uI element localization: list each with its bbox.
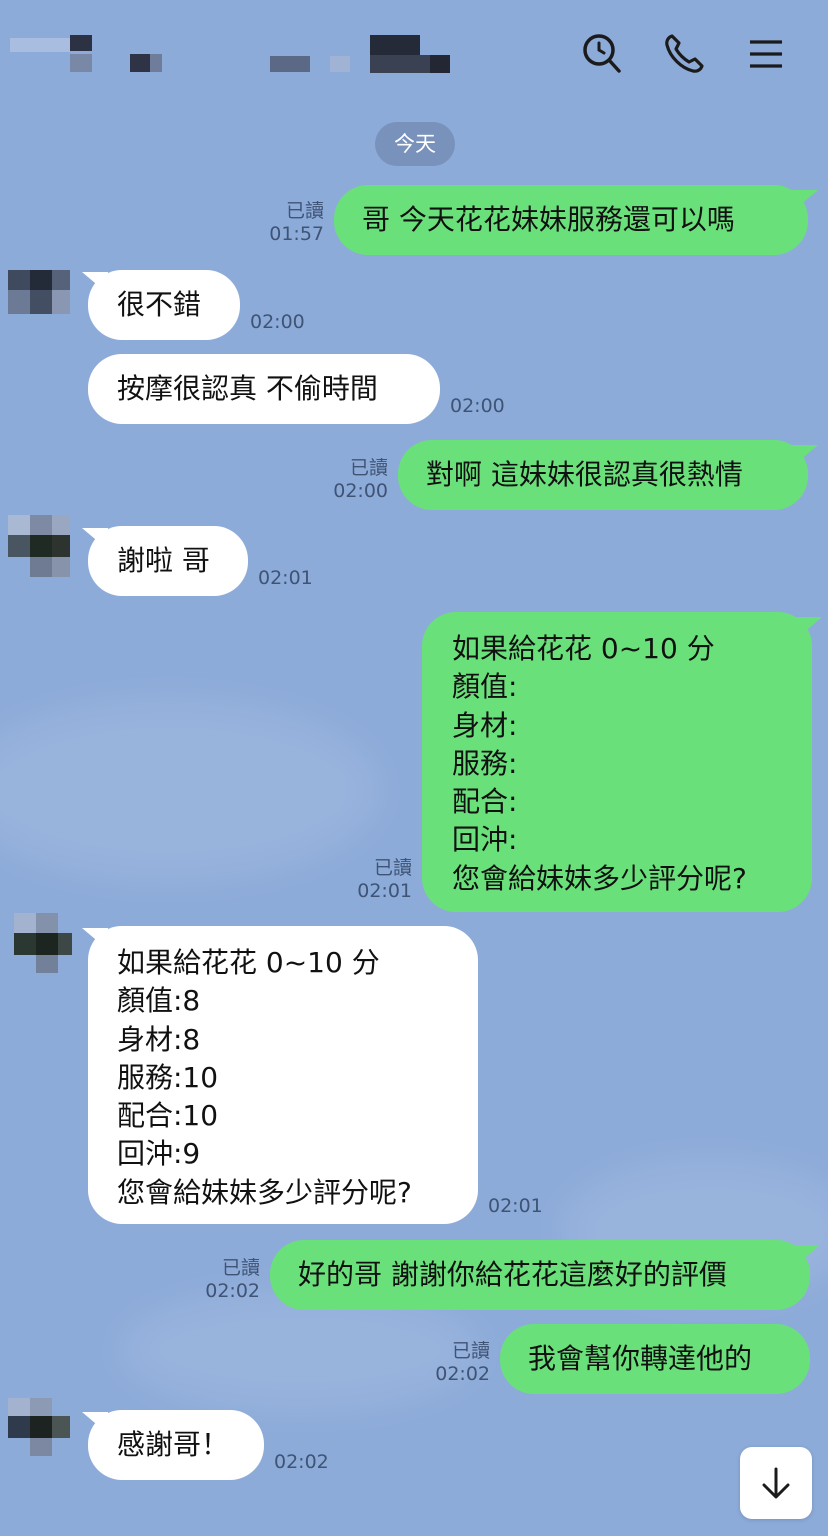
outgoing-message[interactable]: 好的哥 謝謝你給花花這麼好的評價 bbox=[270, 1240, 810, 1310]
incoming-message[interactable]: 感謝哥！ bbox=[88, 1410, 264, 1480]
message-line: 身材: bbox=[452, 708, 518, 742]
read-receipt: 已讀 bbox=[349, 457, 388, 479]
contact-avatar[interactable] bbox=[8, 262, 70, 324]
message-time: 02:01 bbox=[488, 1195, 543, 1217]
contact-avatar[interactable] bbox=[14, 913, 76, 975]
message-text: 哥 今天花花妹妹服務還可以嗎 bbox=[362, 203, 735, 236]
incoming-message[interactable]: 很不錯 bbox=[88, 270, 240, 340]
outgoing-message[interactable]: 我會幫你轉達他的 bbox=[500, 1324, 810, 1394]
message-time: 02:00 bbox=[450, 395, 505, 417]
message-line: 您會給妹妹多少評分呢? bbox=[452, 861, 747, 895]
contact-avatar[interactable] bbox=[8, 515, 70, 577]
message-line: 您會給妹妹多少評分呢? bbox=[117, 1175, 412, 1209]
message-line: 回沖: bbox=[452, 823, 518, 857]
message-line: 如果給花花 0~10 分 bbox=[452, 632, 715, 665]
menu-icon[interactable] bbox=[742, 30, 790, 78]
message-text: 按摩很認真 不偷時間 bbox=[117, 372, 378, 405]
incoming-message[interactable]: 謝啦 哥 bbox=[88, 526, 248, 596]
message-line: 服務:10 bbox=[117, 1060, 219, 1094]
message-time: 01:57 bbox=[269, 223, 324, 245]
message-line: 配合:10 bbox=[117, 1099, 219, 1133]
message-line: 服務: bbox=[452, 746, 518, 780]
message-text: 很不錯 bbox=[117, 288, 202, 321]
message-meta: 已讀 02:00 bbox=[304, 457, 388, 503]
chat-header bbox=[0, 0, 828, 110]
search-icon[interactable] bbox=[578, 30, 626, 78]
read-receipt: 已讀 bbox=[373, 857, 412, 879]
arrow-down-icon bbox=[762, 1467, 790, 1499]
message-time: 02:02 bbox=[205, 1280, 260, 1302]
scroll-to-bottom-button[interactable] bbox=[740, 1447, 812, 1519]
message-meta: 已讀 02:02 bbox=[176, 1257, 260, 1303]
message-time: 02:00 bbox=[250, 311, 305, 333]
incoming-message[interactable]: 如果給花花 0~10 分 顏值:8 身材:8 服務:10 配合:10 回沖:9 … bbox=[88, 926, 478, 1224]
read-receipt: 已讀 bbox=[451, 1340, 490, 1362]
message-meta: 已讀 02:01 bbox=[328, 857, 412, 903]
outgoing-message[interactable]: 如果給花花 0~10 分 顏值: 身材: 服務: 配合: 回沖: 您會給妹妹多少… bbox=[422, 612, 812, 912]
outgoing-message[interactable]: 哥 今天花花妹妹服務還可以嗎 bbox=[334, 185, 808, 255]
message-text: 我會幫你轉達他的 bbox=[528, 1342, 753, 1375]
message-line: 如果給花花 0~10 分 bbox=[117, 946, 380, 979]
message-line: 身材:8 bbox=[117, 1022, 201, 1056]
chat-title-blurred bbox=[0, 30, 470, 100]
message-meta: 已讀 01:57 bbox=[240, 200, 324, 246]
read-receipt: 已讀 bbox=[285, 200, 324, 222]
contact-avatar[interactable] bbox=[8, 1398, 70, 1460]
phone-icon[interactable] bbox=[660, 30, 708, 78]
message-line: 顏值: bbox=[452, 670, 518, 704]
incoming-message[interactable]: 按摩很認真 不偷時間 bbox=[88, 354, 440, 424]
message-line: 配合: bbox=[452, 785, 518, 819]
outgoing-message[interactable]: 對啊 這妹妹很認真很熱情 bbox=[398, 440, 808, 510]
message-time: 02:00 bbox=[333, 480, 388, 502]
message-line: 回沖:9 bbox=[117, 1137, 201, 1171]
read-receipt: 已讀 bbox=[221, 1257, 260, 1279]
message-text: 對啊 這妹妹很認真很熱情 bbox=[426, 458, 743, 491]
message-time: 02:01 bbox=[357, 880, 412, 902]
message-text: 好的哥 謝謝你給花花這麼好的評價 bbox=[298, 1258, 727, 1291]
message-meta: 已讀 02:02 bbox=[406, 1340, 490, 1386]
message-text: 謝啦 哥 bbox=[117, 544, 210, 577]
date-divider: 今天 bbox=[375, 122, 455, 166]
message-line: 顏值:8 bbox=[117, 984, 201, 1018]
message-time: 02:02 bbox=[435, 1363, 490, 1385]
message-time: 02:02 bbox=[274, 1451, 329, 1473]
message-text: 感謝哥！ bbox=[117, 1428, 230, 1461]
message-time: 02:01 bbox=[258, 567, 313, 589]
background-cloud bbox=[0, 700, 380, 880]
